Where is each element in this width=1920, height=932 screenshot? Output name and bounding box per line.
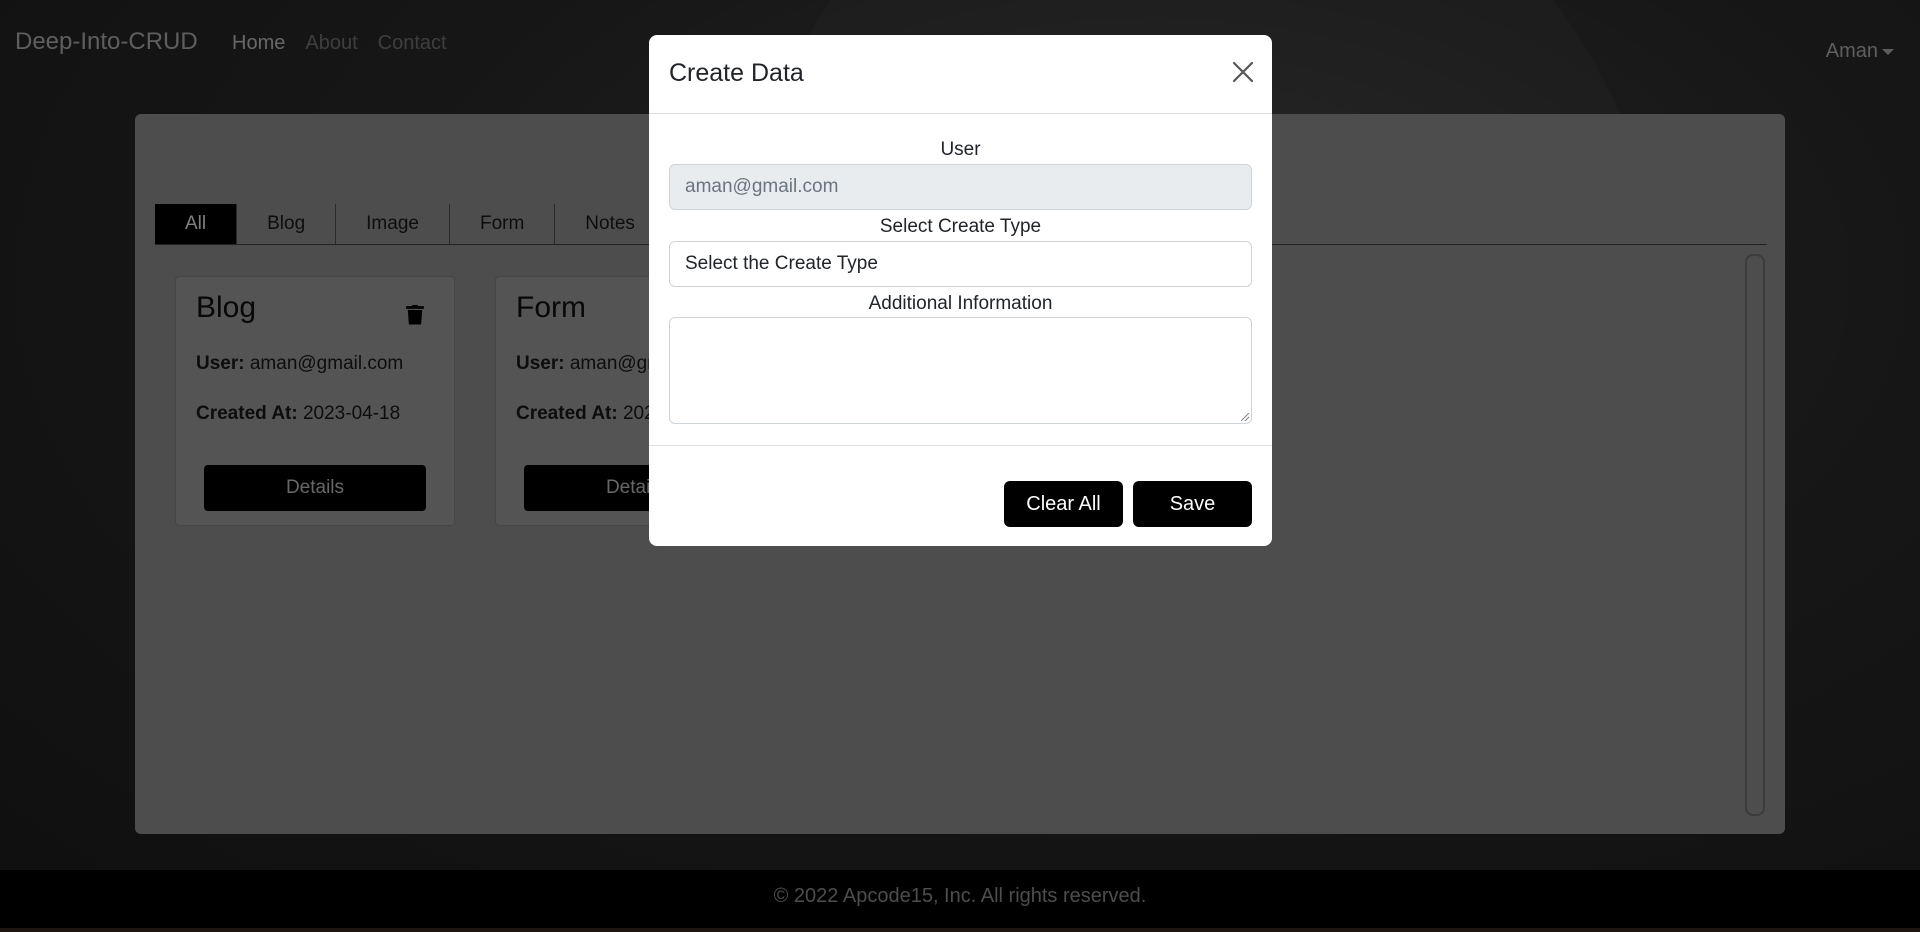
type-field-label: Select Create Type xyxy=(879,216,1042,237)
create-data-modal: Create Data User aman@gmail.com Select C… xyxy=(649,35,1272,546)
modal-footer-divider xyxy=(649,445,1272,446)
clear-all-button[interactable]: Clear All xyxy=(1004,481,1123,527)
close-icon[interactable] xyxy=(1232,61,1254,83)
modal-header: Create Data xyxy=(649,35,1272,114)
save-button[interactable]: Save xyxy=(1133,481,1252,527)
additional-info-textarea[interactable] xyxy=(669,317,1252,424)
modal-title: Create Data xyxy=(669,59,804,87)
resize-handle-icon[interactable] xyxy=(1241,413,1249,421)
user-field-label: User xyxy=(940,139,981,160)
info-field-label: Additional Information xyxy=(868,293,1053,314)
create-type-select[interactable]: Select the Create Type xyxy=(669,241,1252,287)
user-field: aman@gmail.com xyxy=(669,164,1252,210)
